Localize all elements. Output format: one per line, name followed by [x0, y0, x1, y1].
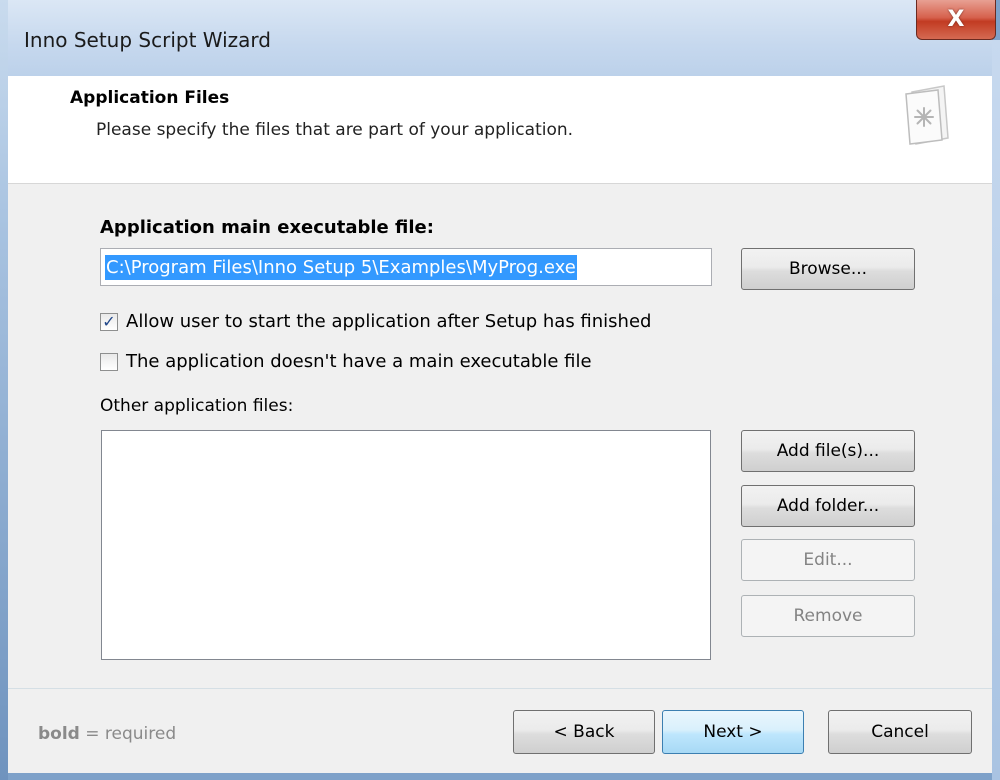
- close-button[interactable]: X: [916, 0, 996, 40]
- setup-document-icon: [905, 85, 949, 145]
- required-hint: bold = required: [38, 724, 176, 744]
- no-main-exe-label: The application doesn't have a main exec…: [126, 351, 592, 372]
- next-button[interactable]: Next >: [662, 710, 804, 754]
- page-title: Application Files: [70, 88, 230, 108]
- footer-divider: [8, 688, 992, 689]
- close-icon: X: [947, 7, 965, 32]
- edit-button[interactable]: Edit...: [741, 539, 915, 581]
- required-hint-bold: bold: [38, 724, 80, 744]
- required-hint-text: = required: [79, 724, 177, 744]
- wizard-client-area: Application Files Please specify the fil…: [8, 76, 992, 773]
- back-button[interactable]: < Back: [513, 710, 655, 754]
- remove-button[interactable]: Remove: [741, 595, 915, 637]
- no-main-exe-checkbox[interactable]: [100, 352, 118, 371]
- add-folder-button[interactable]: Add folder...: [741, 485, 915, 527]
- window-frame-left: [0, 0, 8, 780]
- main-exe-value: C:\Program Files\Inno Setup 5\Examples\M…: [105, 254, 577, 280]
- allow-start-option[interactable]: ✓ Allow user to start the application af…: [100, 311, 651, 332]
- no-main-exe-option[interactable]: The application doesn't have a main exec…: [100, 351, 592, 372]
- page-subtitle: Please specify the files that are part o…: [96, 120, 574, 140]
- allow-start-checkbox[interactable]: ✓: [100, 312, 118, 331]
- main-exe-label: Application main executable file:: [100, 217, 434, 238]
- main-exe-input[interactable]: C:\Program Files\Inno Setup 5\Examples\M…: [100, 248, 712, 286]
- cancel-button[interactable]: Cancel: [828, 710, 972, 754]
- allow-start-label: Allow user to start the application afte…: [126, 311, 652, 332]
- wizard-window: Inno Setup Script Wizard X Application F…: [0, 0, 1000, 780]
- browse-button[interactable]: Browse...: [741, 248, 915, 290]
- title-bar[interactable]: Inno Setup Script Wizard X: [8, 0, 996, 76]
- window-title: Inno Setup Script Wizard: [24, 28, 271, 52]
- wizard-header: Application Files Please specify the fil…: [8, 76, 992, 184]
- add-files-button[interactable]: Add file(s)...: [741, 430, 915, 472]
- other-files-label: Other application files:: [100, 396, 294, 416]
- other-files-list[interactable]: [101, 430, 711, 660]
- window-frame-right: [992, 40, 1000, 780]
